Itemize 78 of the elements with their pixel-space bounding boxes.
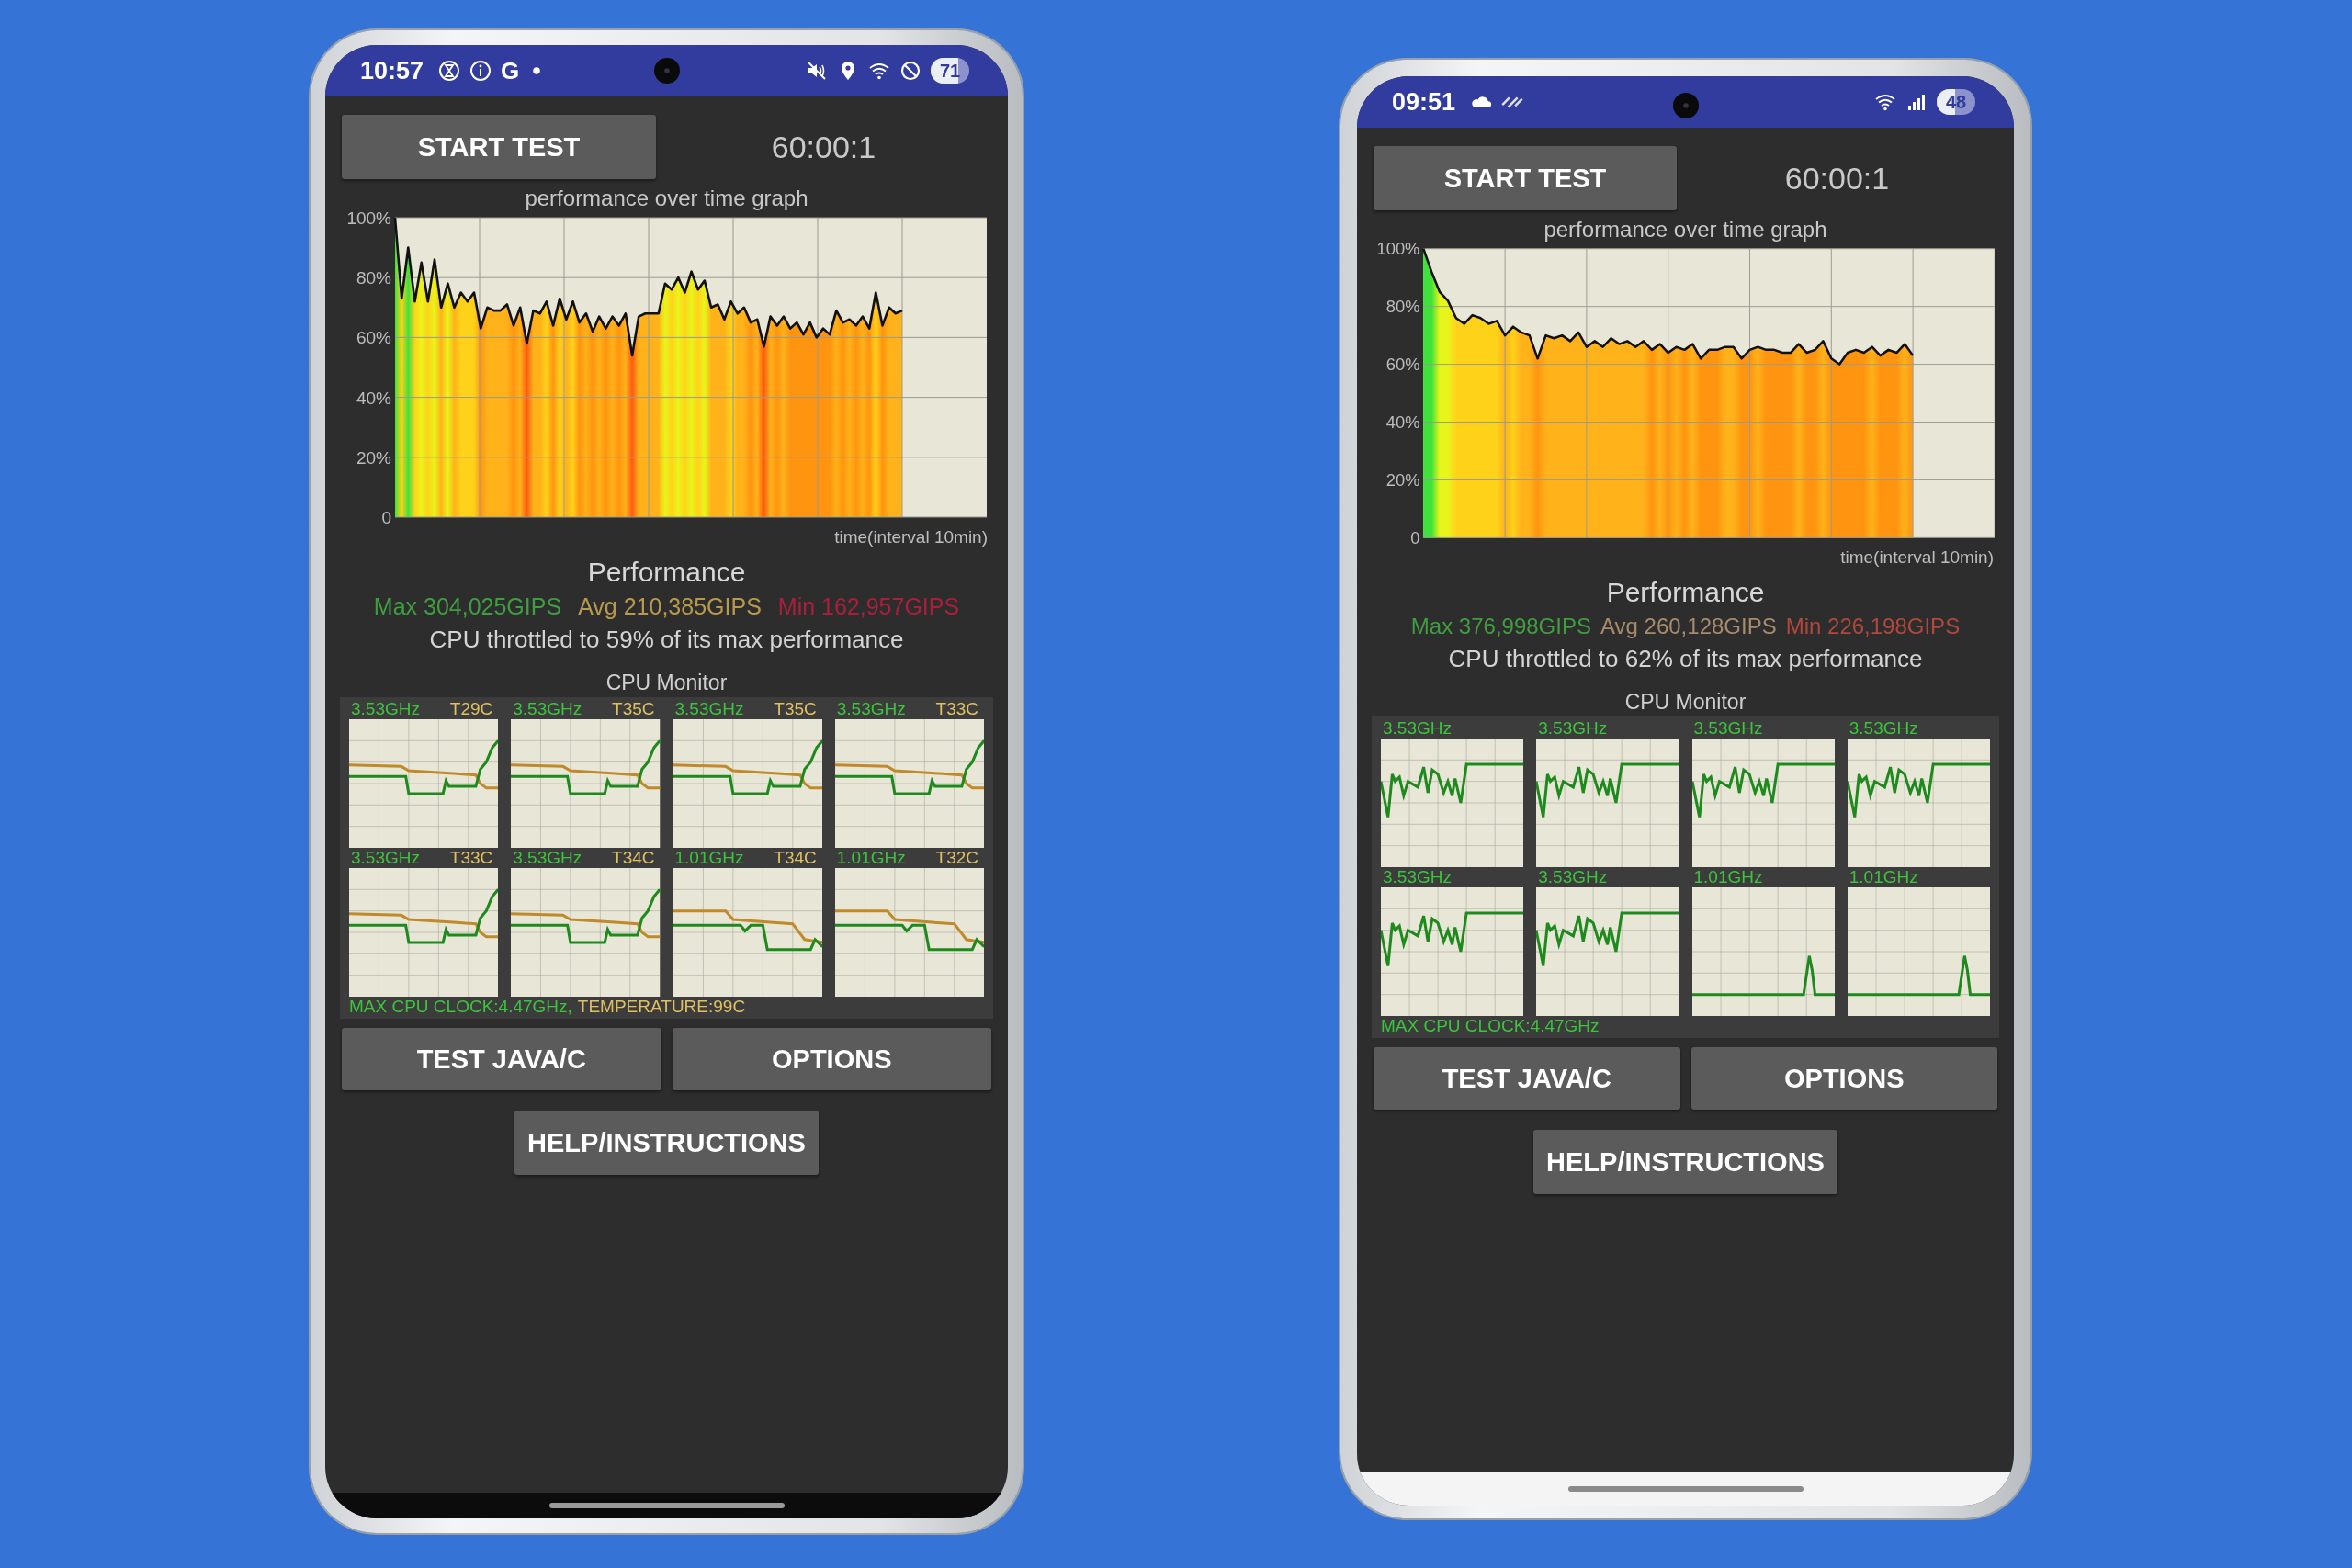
y-tick-label: 40%	[356, 388, 391, 408]
start-test-button[interactable]: START TEST	[1374, 146, 1677, 210]
status-time: 10:57	[360, 56, 424, 85]
core-frequency: 3.53GHz	[1693, 718, 1763, 739]
info-icon	[469, 60, 492, 82]
timer-text: 60:00:1	[770, 129, 877, 165]
help-button[interactable]: HELP/INSTRUCTIONS	[514, 1111, 819, 1175]
x-axis-label: time(interval 10min)	[1840, 547, 1994, 568]
menu-button[interactable]: OPTIONS	[1690, 1047, 1997, 1110]
y-tick-label: 80%	[1385, 297, 1419, 317]
performance-stat: Min 162,957GIPS	[777, 593, 960, 620]
y-tick-label: 20%	[356, 447, 391, 468]
status-letter: G	[501, 56, 520, 85]
core-temperature: T32C	[935, 848, 978, 868]
status-time: 09:51	[1392, 87, 1456, 117]
performance-stat: Max 304,025GIPS	[373, 593, 562, 620]
menu-button[interactable]: OPTIONS	[672, 1028, 991, 1090]
core-frequency: 3.53GHz	[513, 848, 582, 868]
y-tick-label: 100%	[345, 210, 391, 228]
performance-heading: Performance	[586, 557, 747, 588]
core-frequency: 3.53GHz	[513, 699, 582, 719]
core-frequency: 3.53GHz	[1383, 867, 1452, 887]
menu-button[interactable]: TEST JAVA/C	[1374, 1047, 1680, 1110]
y-tick-label: 60%	[356, 328, 391, 348]
core-frequency: 3.53GHz	[1849, 718, 1918, 739]
camera-hole-icon	[653, 58, 680, 84]
performance-stat: Avg 260,128GIPS	[1600, 614, 1777, 639]
max-cpu-clock: MAX CPU CLOCK:4.47GHz	[1381, 1016, 1600, 1036]
throttle-summary: CPU throttled to 62% of its max performance	[1447, 645, 1924, 673]
y-tick-label: 0	[380, 508, 391, 527]
x-axis-label: time(interval 10min)	[834, 527, 988, 547]
core-temperature: T33C	[449, 848, 493, 868]
max-cpu-clock: MAX CPU CLOCK:4.47GHz,	[349, 997, 572, 1017]
performance-stat: Max 376,998GIPS	[1410, 614, 1591, 639]
hourglass-icon	[438, 60, 461, 82]
core-frequency: 1.01GHz	[1693, 867, 1763, 887]
core-frequency: 3.53GHz	[351, 699, 420, 719]
camera-hole-icon	[1672, 93, 1699, 118]
max-temperature: TEMPERATURE:99C	[577, 997, 746, 1017]
haze-icon	[1501, 96, 1524, 108]
core-frequency: 3.53GHz	[1383, 718, 1452, 739]
core-frequency: 1.01GHz	[836, 848, 906, 868]
menu-button[interactable]: TEST JAVA/C	[342, 1028, 662, 1090]
core-temperature: T33C	[935, 699, 978, 719]
block-icon	[899, 60, 922, 82]
performance-heading: Performance	[1605, 577, 1766, 608]
performance-stat: Avg 210,385GIPS	[578, 593, 762, 620]
throttle-summary: CPU throttled to 59% of its max performance	[428, 626, 905, 654]
performance-stat: Min 226,198GIPS	[1785, 614, 1961, 639]
cpu-monitor-heading: CPU Monitor	[1623, 690, 1747, 715]
cpu-monitor-heading: CPU Monitor	[605, 671, 729, 695]
y-tick-label: 100%	[1376, 242, 1419, 259]
home-handle[interactable]	[1567, 1486, 1804, 1492]
y-tick-label: 40%	[1385, 412, 1419, 433]
core-temperature: T34C	[774, 848, 817, 868]
core-temperature: T29C	[449, 699, 493, 719]
core-temperature: T35C	[612, 699, 655, 719]
core-frequency: 3.53GHz	[351, 848, 420, 868]
help-button[interactable]: HELP/INSTRUCTIONS	[1533, 1130, 1838, 1194]
core-frequency: 3.53GHz	[1538, 718, 1608, 739]
y-tick-label: 20%	[1385, 470, 1419, 491]
home-handle[interactable]	[548, 1503, 785, 1508]
core-frequency: 1.01GHz	[1849, 867, 1918, 887]
y-tick-label: 0	[1409, 528, 1419, 547]
start-test-button[interactable]: START TEST	[342, 115, 656, 179]
mute-icon	[806, 60, 828, 82]
y-tick-label: 80%	[356, 268, 391, 288]
core-frequency: 1.01GHz	[674, 848, 744, 868]
core-frequency: 3.53GHz	[1538, 867, 1608, 887]
core-frequency: 3.53GHz	[836, 699, 906, 719]
core-temperature: T34C	[612, 848, 655, 868]
core-frequency: 3.53GHz	[674, 699, 744, 719]
y-tick-label: 60%	[1385, 355, 1419, 375]
timer-text: 60:00:1	[1783, 160, 1891, 197]
chart-title: performance over time graph	[1544, 218, 1827, 242]
core-temperature: T35C	[774, 699, 817, 719]
chart-title: performance over time graph	[525, 186, 808, 210]
battery-percent: 71	[939, 60, 961, 82]
